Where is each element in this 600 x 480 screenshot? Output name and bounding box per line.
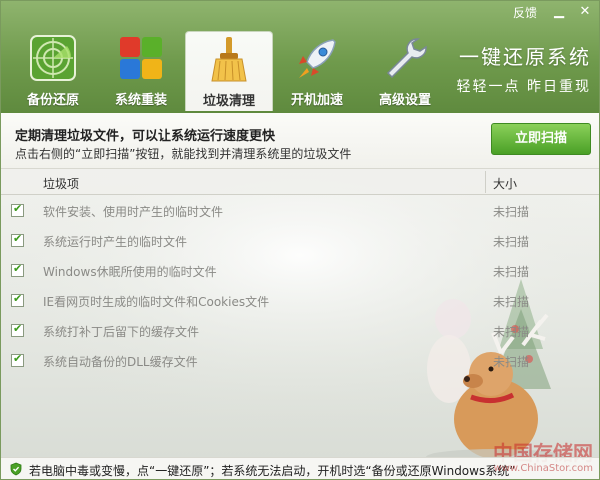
tab-label: 备份还原: [26, 93, 79, 108]
table-row: Windows休眠所使用的临时文件 未扫描: [1, 256, 599, 286]
junk-list-area: 垃圾项 大小 软件安装、使用时产生的临时文件 未扫描 系统运行时产生的临时文件 …: [1, 169, 599, 457]
table-row: IE看网页时生成的临时文件和Cookies文件 未扫描: [1, 286, 599, 316]
row-size: 未扫描: [493, 235, 530, 249]
row-checkbox[interactable]: [11, 232, 24, 247]
notice-title: 定期清理垃圾文件，可以让系统运行速度更快: [15, 129, 276, 144]
table-row: 系统打补丁后留下的缓存文件 未扫描: [1, 316, 599, 346]
radar-icon: [27, 33, 79, 83]
table-header: 垃圾项 大小: [1, 169, 599, 195]
tab-label: 开机加速: [290, 93, 343, 108]
row-checkbox[interactable]: [11, 352, 24, 367]
row-name: IE看网页时生成的临时文件和Cookies文件: [43, 295, 270, 309]
table-row: 系统运行时产生的临时文件 未扫描: [1, 226, 599, 256]
column-header-item: 垃圾项: [43, 177, 80, 191]
tab-advanced-settings[interactable]: 高级设置: [361, 31, 449, 111]
main-nav: 备份还原 系统重装 垃圾清理 开机加速 高级设置: [9, 31, 449, 111]
row-size: 未扫描: [493, 355, 530, 369]
watermark-url: www.ChinaStor.com: [493, 463, 593, 474]
tab-backup-restore[interactable]: 备份还原: [9, 31, 97, 111]
brand-title: 一键还原系统: [459, 45, 591, 69]
shield-check-icon: [10, 462, 22, 476]
titlebar: 反馈 ▁ ✕: [507, 1, 595, 23]
row-size: 未扫描: [493, 325, 530, 339]
wrench-icon: [379, 33, 431, 83]
row-name: Windows休眠所使用的临时文件: [43, 265, 217, 279]
row-size: 未扫描: [493, 265, 530, 279]
brand-slogan: 轻轻一点 昨日重现: [456, 79, 591, 95]
rocket-icon: [291, 33, 343, 83]
row-checkbox[interactable]: [11, 202, 24, 217]
status-text: 若电脑中毒或变慢，点“一键还原”；若系统无法启动，开机时选“备份或还原Windo…: [29, 464, 516, 478]
row-name: 系统自动备份的DLL缓存文件: [43, 355, 198, 369]
table-row: 软件安装、使用时产生的临时文件 未扫描: [1, 196, 599, 226]
column-header-size: 大小: [493, 177, 518, 191]
scan-now-button[interactable]: 立即扫描: [491, 123, 591, 155]
row-checkbox[interactable]: [11, 262, 24, 277]
header-toolbar: 反馈 ▁ ✕ 备份还原 系统重装 垃圾清理 开机加速 高级设置 一键还原系统 轻…: [1, 1, 599, 113]
minimize-icon[interactable]: ▁: [549, 3, 569, 21]
row-name: 系统运行时产生的临时文件: [43, 235, 188, 249]
close-icon[interactable]: ✕: [575, 3, 595, 21]
row-name: 系统打补丁后留下的缓存文件: [43, 325, 200, 339]
table-row: 系统自动备份的DLL缓存文件 未扫描: [1, 346, 599, 376]
broom-icon: [203, 34, 255, 84]
row-size: 未扫描: [493, 295, 530, 309]
row-checkbox[interactable]: [11, 322, 24, 337]
tab-junk-clean[interactable]: 垃圾清理: [185, 31, 273, 111]
row-size: 未扫描: [493, 205, 530, 219]
windows-logo-icon: [115, 33, 167, 83]
row-checkbox[interactable]: [11, 292, 24, 307]
feedback-link[interactable]: 反馈: [507, 4, 543, 21]
brand-block: 一键还原系统 轻轻一点 昨日重现: [457, 41, 591, 96]
tab-boot-speedup[interactable]: 开机加速: [273, 31, 361, 111]
row-name: 软件安装、使用时产生的临时文件: [43, 205, 224, 219]
tab-label: 系统重装: [114, 93, 167, 108]
notice-subtitle: 点击右侧的“立即扫描”按钮，就能找到并清理系统里的垃圾文件: [15, 147, 352, 161]
column-divider: [485, 171, 486, 193]
notice-bar: 定期清理垃圾文件，可以让系统运行速度更快 点击右侧的“立即扫描”按钮，就能找到并…: [1, 113, 599, 169]
tab-label: 垃圾清理: [202, 94, 255, 109]
app-window: 反馈 ▁ ✕ 备份还原 系统重装 垃圾清理 开机加速 高级设置 一键还原系统 轻…: [0, 0, 600, 480]
tab-reinstall-system[interactable]: 系统重装: [97, 31, 185, 111]
tab-label: 高级设置: [378, 93, 431, 108]
junk-table: 垃圾项 大小 软件安装、使用时产生的临时文件 未扫描 系统运行时产生的临时文件 …: [1, 169, 599, 369]
